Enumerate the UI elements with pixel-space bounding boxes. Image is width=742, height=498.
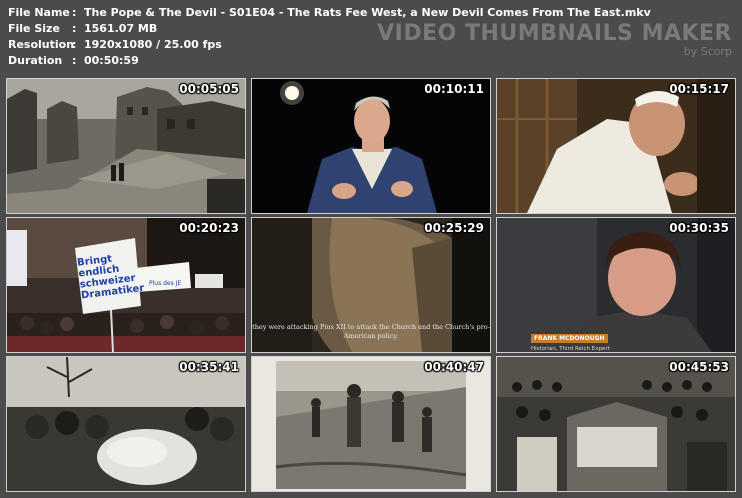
thumbnail-6[interactable]: FRANK MCDONOUGH Historian, Third Reich E…	[496, 217, 736, 353]
timecode: 00:25:29	[424, 221, 484, 235]
thumbnail-9[interactable]: 00:45:53	[496, 356, 736, 492]
timecode: 00:30:35	[669, 221, 729, 235]
war-ruins-image	[7, 79, 245, 213]
timecode: 00:45:53	[669, 360, 729, 374]
brand-subtitle: by Scorp	[683, 45, 732, 58]
brand-title: VIDEO THUMBNAILS MAKER	[377, 21, 732, 46]
assembly-hall-image	[497, 357, 735, 491]
thumbnail-5[interactable]: they were attacking Pius XII to attack t…	[251, 217, 491, 353]
protest-banner-text: Plus des JE	[149, 280, 182, 287]
timecode: 00:20:23	[179, 221, 239, 235]
thumbnail-4[interactable]: Bringt endlich schweizer Dramatiker Plus…	[6, 217, 246, 353]
lower-third: FRANK MCDONOUGH Historian, Third Reich E…	[531, 325, 610, 352]
thumbnail-7[interactable]: 00:35:41	[6, 356, 246, 492]
timecode: 00:10:11	[424, 82, 484, 96]
timecode: 00:15:17	[669, 82, 729, 96]
info-row-file-name: File Name: The Pope & The Devil - S01E04 …	[8, 6, 651, 19]
soldiers-photo-image	[252, 357, 490, 491]
watermark-logo: VIDEO THUMBNAILS MAKER by Scorp	[377, 21, 732, 59]
timecode: 00:35:41	[179, 360, 239, 374]
thumbnail-8[interactable]: 00:40:47	[251, 356, 491, 492]
subtitle-text: they were attacking Pius XII to attack t…	[252, 323, 490, 340]
lower-third-name: FRANK MCDONOUGH	[531, 334, 608, 343]
timecode: 00:05:05	[179, 82, 239, 96]
file-size-value: 1561.07 MB	[84, 22, 158, 35]
header: File Name: The Pope & The Devil - S01E04 …	[0, 0, 742, 74]
protest-sign-text: Bringt endlich schweizer Dramatiker	[76, 253, 145, 302]
interview-image	[252, 79, 490, 213]
file-name-value: The Pope & The Devil - S01E04 - The Rats…	[84, 6, 651, 19]
mourning-crowd-image	[7, 357, 245, 491]
pope-image	[497, 79, 735, 213]
thumbnail-1[interactable]: 00:05:05	[6, 78, 246, 214]
resolution-value: 1920x1080 / 25.00 fps	[84, 38, 222, 51]
lower-third-role: Historian, Third Reich Expert	[531, 346, 610, 352]
timecode: 00:40:47	[424, 360, 484, 374]
duration-value: 00:50:59	[84, 54, 139, 67]
thumbnail-2[interactable]: 00:10:11	[251, 78, 491, 214]
thumbnail-3[interactable]: 00:15:17	[496, 78, 736, 214]
